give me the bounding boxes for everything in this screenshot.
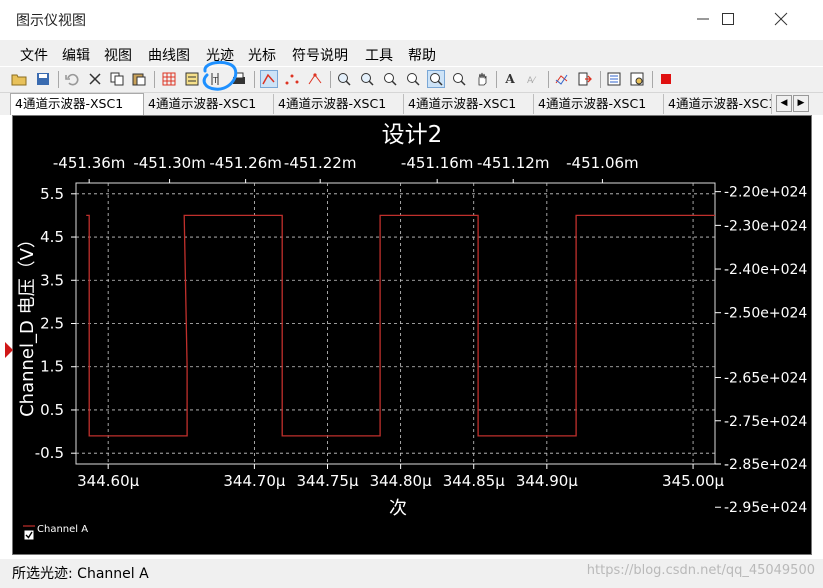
tab-xsc1-6[interactable]: 4通道示波器-XSC1 xyxy=(664,94,772,114)
top-x-tick-label: -451.30m xyxy=(133,154,206,172)
open-icon[interactable] xyxy=(10,70,28,88)
copy-icon[interactable] xyxy=(108,70,126,88)
y-tick-label: 0.5 xyxy=(40,401,64,419)
title-bar: 图示仪视图 xyxy=(0,0,823,38)
toolbar: T A A⁄ xyxy=(0,61,823,93)
menu-bar: 文件 编辑 视图 曲线图 光迹 光标 符号说明 工具 帮助 xyxy=(0,40,823,66)
zoom-select-icon[interactable] xyxy=(427,70,445,88)
right-y-tick-label: -2.20e+024 xyxy=(724,185,807,201)
tab-xsc1-5[interactable]: 4通道示波器-XSC1 xyxy=(534,94,664,114)
grid-icon[interactable] xyxy=(160,70,178,88)
x-tick-label: 344.70µ xyxy=(223,472,285,490)
line-points-trace-icon[interactable] xyxy=(306,70,324,88)
right-y-tick-label: -2.40e+024 xyxy=(724,262,807,278)
label-icon[interactable]: A⁄ xyxy=(524,70,542,88)
pan-hand-icon[interactable] xyxy=(473,70,491,88)
menu-tools[interactable]: 工具 xyxy=(365,45,393,65)
right-y-tick-label: -2.75e+024 xyxy=(724,414,807,430)
y-tick-label: 2.5 xyxy=(40,315,64,333)
plot-area[interactable]: 设计2 344.60µ 344.70µ 344.75µ 344.80µ 344.85µ 34… xyxy=(12,115,812,555)
stop-icon[interactable] xyxy=(657,70,675,88)
oscilloscope-chart: 设计2 344.60µ 344.70µ 344.75µ 344.80µ 344.85µ 34… xyxy=(17,122,807,540)
tab-xsc1-3[interactable]: 4通道示波器-XSC1 xyxy=(274,94,404,114)
cut-icon[interactable] xyxy=(86,70,104,88)
points-trace-icon[interactable] xyxy=(283,70,301,88)
overlay-icon[interactable] xyxy=(553,70,571,88)
menu-graph[interactable]: 曲线图 xyxy=(148,45,190,65)
y-tick-label: 3.5 xyxy=(40,271,64,289)
status-bar: 所选光迹: Channel A https://blog.csdn.net/qq… xyxy=(0,559,823,588)
zoom-fit-icon[interactable] xyxy=(404,70,422,88)
y-axis-label: Channel_D 电压（V） xyxy=(17,230,38,417)
right-y-tick-label: -2.85e+024 xyxy=(724,457,807,473)
settings-icon[interactable] xyxy=(628,70,646,88)
tab-scroll-right-button[interactable]: ▶ xyxy=(793,95,809,112)
trace-marker-icon xyxy=(5,342,13,358)
menu-file[interactable]: 文件 xyxy=(20,45,48,65)
tab-scroll-left-button[interactable]: ◀ xyxy=(776,95,792,112)
x-tick-label: 344.60µ xyxy=(77,472,139,490)
maximize-button[interactable] xyxy=(705,6,751,32)
undo-icon[interactable] xyxy=(63,70,81,88)
menu-legend[interactable]: 符号说明 xyxy=(292,45,348,65)
top-x-tick-label: -451.22m xyxy=(284,154,357,172)
right-y-tick-label: -2.50e+024 xyxy=(724,306,807,322)
text-icon[interactable]: A xyxy=(501,70,519,88)
window-title: 图示仪视图 xyxy=(16,13,86,29)
y-tick-label: 5.5 xyxy=(40,185,64,203)
right-y-tick-label: -2.65e+024 xyxy=(724,371,807,387)
chart-title: 设计2 xyxy=(382,122,443,148)
x-tick-label: 344.80µ xyxy=(370,472,432,490)
y-tick-label: 4.5 xyxy=(40,228,64,246)
series-trace-channel-a xyxy=(86,214,715,437)
x-tick-label: 344.85µ xyxy=(443,472,505,490)
tab-xsc1-1[interactable]: 4通道示波器-XSC1 xyxy=(10,93,144,115)
tab-bar: 4通道示波器-XSC1 4通道示波器-XSC1 4通道示波器-XSC1 4通道示… xyxy=(0,93,823,115)
zoom-reset-icon[interactable] xyxy=(450,70,468,88)
svg-text:A⁄: A⁄ xyxy=(527,76,537,86)
close-button[interactable] xyxy=(758,6,804,32)
top-x-tick-label: -451.12m xyxy=(477,154,550,172)
right-y-tick-label: -2.30e+024 xyxy=(724,218,807,234)
watermark: https://blog.csdn.net/qq_45049500 xyxy=(586,563,815,578)
top-x-tick-label: -451.06m xyxy=(566,154,639,172)
zoom-area-icon[interactable] xyxy=(381,70,399,88)
x-axis-label: 次 xyxy=(389,498,407,519)
x-tick-label: 344.90µ xyxy=(516,472,578,490)
export-icon[interactable] xyxy=(576,70,594,88)
top-x-tick-label: -451.36m xyxy=(53,154,126,172)
y-tick-label: -0.5 xyxy=(35,444,64,462)
selected-trace-status: 所选光迹: Channel A xyxy=(12,566,149,582)
paste-icon[interactable] xyxy=(130,70,148,88)
menu-view[interactable]: 视图 xyxy=(104,45,132,65)
highlight-circle-annotation xyxy=(202,61,238,91)
save-icon[interactable] xyxy=(34,70,52,88)
close-icon xyxy=(774,12,788,26)
top-x-tick-label: -451.16m xyxy=(401,154,474,172)
line-trace-icon[interactable] xyxy=(260,70,278,88)
top-x-tick-label: -451.26m xyxy=(209,154,282,172)
right-y-tick-label: -2.95e+024 xyxy=(724,500,807,516)
zoom-in-icon[interactable] xyxy=(335,70,353,88)
maximize-icon xyxy=(722,13,734,25)
tab-xsc1-4[interactable]: 4通道示波器-XSC1 xyxy=(404,94,534,114)
tab-xsc1-2[interactable]: 4通道示波器-XSC1 xyxy=(144,94,274,114)
x-tick-label: 345.00µ xyxy=(662,472,724,490)
x-tick-label: 344.75µ xyxy=(296,472,358,490)
menu-help[interactable]: 帮助 xyxy=(408,45,436,65)
menu-cursor[interactable]: 光标 xyxy=(248,45,276,65)
legend-label: Channel A xyxy=(37,524,88,535)
menu-edit[interactable]: 编辑 xyxy=(62,45,90,65)
zoom-out-icon[interactable] xyxy=(358,70,376,88)
properties-icon[interactable] xyxy=(605,70,623,88)
y-tick-label: 1.5 xyxy=(40,358,64,376)
